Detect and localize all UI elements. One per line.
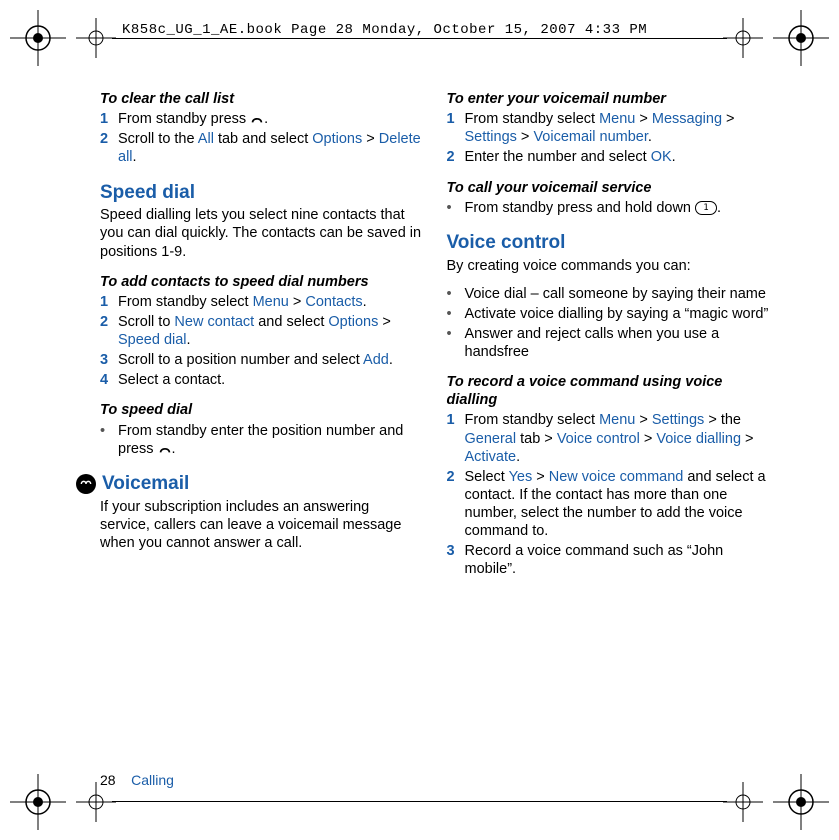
bullet-dot-icon: • [447,325,461,361]
step-number: 1 [447,411,461,465]
step-number: 2 [100,313,114,349]
step-number: 3 [100,351,114,369]
step: 2 Scroll to the All tab and select Optio… [100,130,423,166]
step: 1 From standby press . [100,110,423,128]
bullet-dot-icon: • [447,199,461,217]
step: 3 Scroll to a position number and select… [100,351,423,369]
voicemail-icon [76,474,96,494]
bullet: • From standby press and hold down 1. [447,199,770,217]
crop-mark-icon [76,782,116,822]
step-text: From standby select Menu > Messaging > S… [461,110,770,146]
bullet-dot-icon: • [447,285,461,303]
crop-mark-icon [723,18,763,58]
proc-heading: To speed dial [100,401,423,419]
proc-heading: To call your voicemail service [447,179,770,197]
bullet-dot-icon: • [100,422,114,458]
crop-mark-icon [76,18,116,58]
step-text: From standby select Menu > Settings > th… [461,411,770,465]
bullet: • From standby enter the position number… [100,422,423,458]
step-number: 2 [447,468,461,541]
step: 2 Enter the number and select OK. [447,148,770,166]
step: 4 Select a contact. [100,371,423,389]
body-text: By creating voice commands you can: [447,257,770,275]
step: 1 From standby select Menu > Contacts. [100,293,423,311]
step-text: Record a voice command such as “John mob… [461,542,770,578]
section-heading: Speed dial [100,181,423,205]
step: 1 From standby select Menu > Messaging >… [447,110,770,146]
bullet: •Voice dial – call someone by saying the… [447,285,770,303]
registration-target-icon [10,774,66,830]
bullet-text: From standby enter the position number a… [114,422,423,458]
step: 2 Scroll to New contact and select Optio… [100,313,423,349]
step-number: 1 [447,110,461,146]
bullet-dot-icon: • [447,305,461,323]
page-number: 28 [100,772,116,788]
header-rule [112,38,727,39]
bullet-text: Activate voice dialling by saying a “mag… [461,305,770,323]
step-text: Select Yes > New voice command and selec… [461,468,770,541]
step-text: Scroll to New contact and select Options… [114,313,423,349]
section-heading: Voice control [447,231,770,255]
registration-target-icon [10,10,66,66]
step-text: Select a contact. [114,371,423,389]
step-number: 2 [447,148,461,166]
step: 2 Select Yes > New voice command and sel… [447,468,770,541]
step: 3 Record a voice command such as “John m… [447,542,770,578]
step: 1 From standby select Menu > Settings > … [447,411,770,465]
right-column: To enter your voicemail number 1 From st… [447,90,770,760]
step-number: 1 [100,110,114,128]
step-number: 3 [447,542,461,578]
left-column: To clear the call list 1 From standby pr… [100,90,423,760]
registration-target-icon [773,774,829,830]
page-root: K858c_UG_1_AE.book Page 28 Monday, Octob… [0,0,839,840]
body-text: Speed dialling lets you select nine cont… [100,206,423,260]
footer: 28 Calling [100,772,174,788]
proc-heading: To enter your voicemail number [447,90,770,108]
footer-rule [112,801,727,802]
call-icon [250,113,264,125]
body-text: If your subscription includes an answeri… [100,498,423,552]
step-text: From standby press . [114,110,423,128]
proc-heading: To record a voice command using voice di… [447,373,770,409]
section-heading-voicemail: Voicemail [76,472,423,496]
registration-target-icon [773,10,829,66]
step-text: Scroll to the All tab and select Options… [114,130,423,166]
crop-mark-icon [723,782,763,822]
proc-heading: To clear the call list [100,90,423,108]
proc-heading: To add contacts to speed dial numbers [100,273,423,291]
call-icon [158,443,172,455]
keypad-one-icon: 1 [695,201,717,215]
running-header: K858c_UG_1_AE.book Page 28 Monday, Octob… [122,22,647,38]
step-number: 4 [100,371,114,389]
bullet: •Answer and reject calls when you use a … [447,325,770,361]
content-area: To clear the call list 1 From standby pr… [100,90,769,760]
step-number: 2 [100,130,114,166]
bullet-text: Voice dial – call someone by saying thei… [461,285,770,303]
bullet: •Activate voice dialling by saying a “ma… [447,305,770,323]
step-number: 1 [100,293,114,311]
bullet-text: Answer and reject calls when you use a h… [461,325,770,361]
step-text: Scroll to a position number and select A… [114,351,423,369]
bullet-text: From standby press and hold down 1. [461,199,770,217]
step-text: From standby select Menu > Contacts. [114,293,423,311]
section-name: Calling [131,772,174,788]
step-text: Enter the number and select OK. [461,148,770,166]
